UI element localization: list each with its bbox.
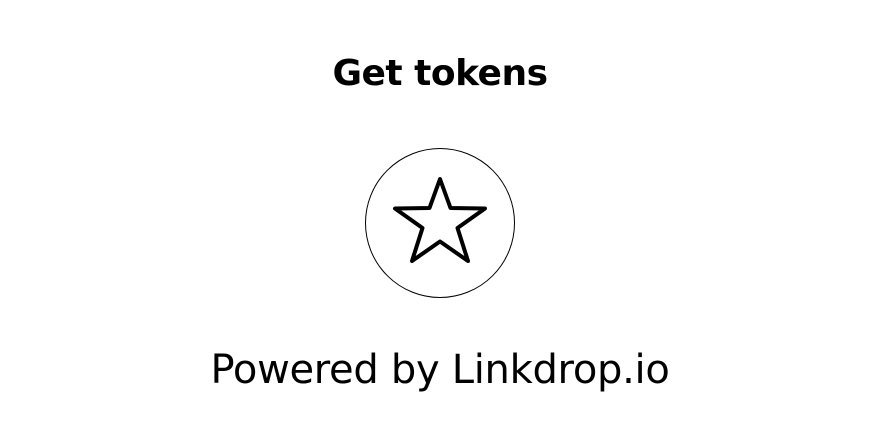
page-title: Get tokens xyxy=(332,53,548,94)
token-claim-page: Get tokens Powered by Linkdrop.io xyxy=(0,0,880,440)
token-icon-circle xyxy=(365,148,515,298)
star-icon xyxy=(393,177,487,263)
powered-by-text: Powered by Linkdrop.io xyxy=(210,347,670,393)
